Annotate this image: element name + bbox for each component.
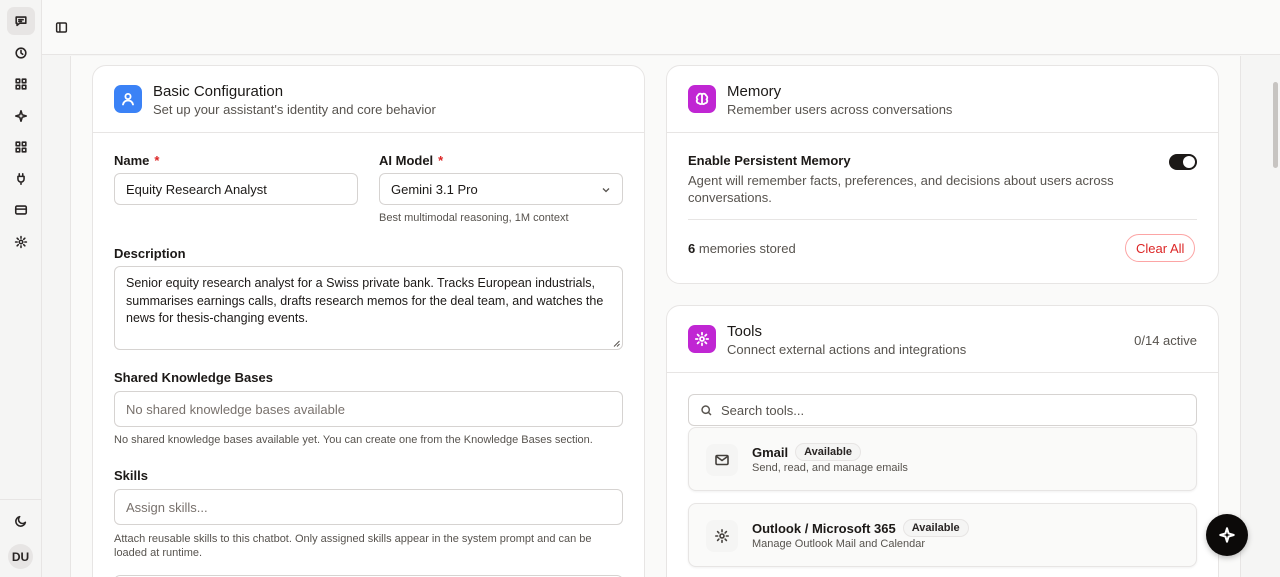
- name-label: Name *: [114, 153, 160, 168]
- gear-icon: [688, 325, 716, 353]
- description-label: Description: [114, 246, 186, 261]
- card-header: Tools Connect external actions and integ…: [667, 306, 1218, 373]
- left-rail: DU: [0, 0, 42, 577]
- top-bar: [42, 0, 1280, 55]
- skills-hint: Attach reusable skills to this chatbot. …: [114, 533, 592, 559]
- tool-item-outlook[interactable]: Outlook / Microsoft 365 Available Manage …: [688, 503, 1197, 567]
- description-text: Senior equity research analyst for a Swi…: [126, 276, 604, 325]
- memory-card: Memory Remember users across conversatio…: [666, 65, 1219, 284]
- mail-icon: [706, 444, 738, 476]
- tool-description: Send, read, and manage emails: [752, 462, 908, 474]
- status-badge: Available: [902, 519, 969, 537]
- card-title: Basic Configuration: [153, 83, 284, 100]
- brain-icon: [688, 85, 716, 113]
- content-panel: Basic Configuration Set up your assistan…: [70, 56, 1241, 577]
- skills-select[interactable]: Assign skills...: [114, 489, 623, 525]
- rail-divider: [0, 499, 42, 500]
- card-icon[interactable]: [7, 196, 35, 224]
- card-title: Tools: [727, 323, 763, 340]
- model-select-value: Gemini 3.1 Pro: [391, 181, 478, 197]
- status-badge: Available: [795, 443, 862, 461]
- avatar[interactable]: DU: [8, 544, 33, 569]
- kb-select[interactable]: No shared knowledge bases available: [114, 391, 623, 427]
- tool-name: Outlook / Microsoft 365 Available: [752, 519, 969, 537]
- model-hint: Best multimodal reasoning, 1M context: [379, 212, 569, 224]
- memory-toggle-label: Enable Persistent Memory: [688, 153, 851, 168]
- chat-icon[interactable]: [7, 7, 35, 35]
- gear-icon: [706, 520, 738, 552]
- user-icon: [114, 85, 142, 113]
- grid-icon[interactable]: [7, 133, 35, 161]
- sidebar-toggle-icon[interactable]: [53, 19, 69, 35]
- model-label: AI Model *: [379, 153, 444, 168]
- card-subtitle: Connect external actions and integration…: [727, 342, 967, 357]
- tools-card: Tools Connect external actions and integ…: [666, 305, 1219, 577]
- settings-icon[interactable]: [7, 228, 35, 256]
- tool-item-gmail[interactable]: Gmail Available Send, read, and manage em…: [688, 427, 1197, 491]
- card-header: Basic Configuration Set up your assistan…: [93, 66, 644, 133]
- name-field[interactable]: Equity Research Analyst: [114, 173, 358, 205]
- tools-active-count: 0/14 active: [1134, 333, 1197, 348]
- tool-description: Manage Outlook Mail and Calendar: [752, 538, 926, 550]
- resize-handle-icon[interactable]: [613, 340, 620, 347]
- main-area: Basic Configuration Set up your assistan…: [42, 56, 1270, 577]
- moon-icon[interactable]: [7, 507, 35, 535]
- scrollbar[interactable]: [1271, 56, 1280, 577]
- memory-toggle[interactable]: [1169, 154, 1197, 170]
- chevron-down-icon: [602, 188, 610, 193]
- apps-icon[interactable]: [7, 70, 35, 98]
- basic-configuration-card: Basic Configuration Set up your assistan…: [92, 65, 645, 577]
- kb-hint: No shared knowledge bases available yet.…: [114, 434, 593, 446]
- divider: [688, 219, 1197, 220]
- assistant-fab-button[interactable]: [1206, 514, 1248, 556]
- scrollbar-thumb[interactable]: [1273, 82, 1278, 168]
- sparkle-icon[interactable]: [7, 102, 35, 130]
- search-placeholder: Search tools...: [721, 402, 805, 418]
- memory-toggle-description: Agent will remember facts, preferences, …: [688, 173, 1114, 205]
- model-select[interactable]: Gemini 3.1 Pro: [379, 173, 623, 205]
- card-title: Memory: [727, 83, 782, 100]
- card-subtitle: Set up your assistant's identity and cor…: [153, 102, 436, 117]
- toggle-knob: [1183, 156, 1195, 168]
- card-header: Memory Remember users across conversatio…: [667, 66, 1218, 133]
- tools-search-input[interactable]: Search tools...: [688, 394, 1197, 426]
- clear-all-button[interactable]: Clear All: [1125, 234, 1196, 262]
- tool-name: Gmail Available: [752, 443, 862, 461]
- history-icon[interactable]: [7, 39, 35, 67]
- skills-label: Skills: [114, 468, 148, 483]
- memory-count: 6 memories stored: [688, 241, 796, 256]
- sparkle-icon: [1219, 527, 1235, 543]
- kb-label: Shared Knowledge Bases: [114, 370, 273, 385]
- search-icon: [701, 405, 712, 416]
- plug-icon[interactable]: [7, 165, 35, 193]
- card-subtitle: Remember users across conversations: [727, 102, 953, 117]
- description-textarea[interactable]: Senior equity research analyst for a Swi…: [114, 266, 623, 350]
